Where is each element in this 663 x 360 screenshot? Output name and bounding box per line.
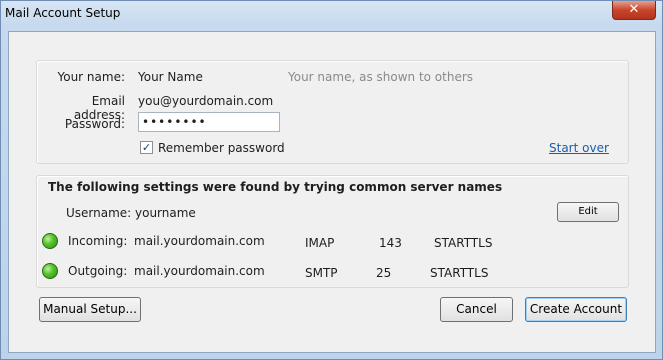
settings-heading: The following settings were found by try… [48,180,503,194]
email-field[interactable]: you@yourdomain.com [138,94,273,108]
incoming-label: Incoming: [68,234,128,248]
name-hint: Your name, as shown to others [288,70,474,84]
outgoing-security: STARTTLS [430,266,489,280]
incoming-protocol: IMAP [305,236,335,250]
create-account-button[interactable]: Create Account [525,297,627,322]
incoming-status-icon [42,233,58,249]
window-title: Mail Account Setup [5,6,121,20]
manual-setup-button[interactable]: Manual Setup... [39,297,141,322]
mail-account-setup-window: Mail Account Setup ✕ Your name: Your Nam… [0,0,663,360]
username-label: Username: [66,206,132,220]
incoming-port: 143 [379,236,402,250]
outgoing-port: 25 [376,266,392,280]
remember-password-checkbox[interactable]: ✓ [140,141,153,154]
cancel-button[interactable]: Cancel [440,297,513,322]
password-field[interactable]: •••••••• [138,112,280,132]
incoming-security: STARTTLS [434,236,493,250]
remember-password-label[interactable]: Remember password [158,141,285,155]
edit-button[interactable]: Edit [557,202,619,222]
outgoing-server: mail.yourdomain.com [134,264,265,278]
name-field[interactable]: Your Name [138,70,203,84]
start-over-link[interactable]: Start over [549,141,609,155]
dialog-body: Your name: Your Name Your name, as shown… [8,31,656,353]
outgoing-protocol: SMTP [305,266,338,280]
identity-group: Your name: Your Name Your name, as shown… [36,60,629,164]
password-label: Password: [64,117,125,131]
outgoing-status-icon [42,263,58,279]
username-value: yourname [135,206,196,220]
close-button[interactable]: ✕ [612,1,656,20]
close-icon: ✕ [628,2,640,17]
outgoing-label: Outgoing: [68,264,128,278]
incoming-server: mail.yourdomain.com [134,234,265,248]
name-label: Your name: [57,70,125,84]
server-settings-group: The following settings were found by try… [36,175,629,288]
